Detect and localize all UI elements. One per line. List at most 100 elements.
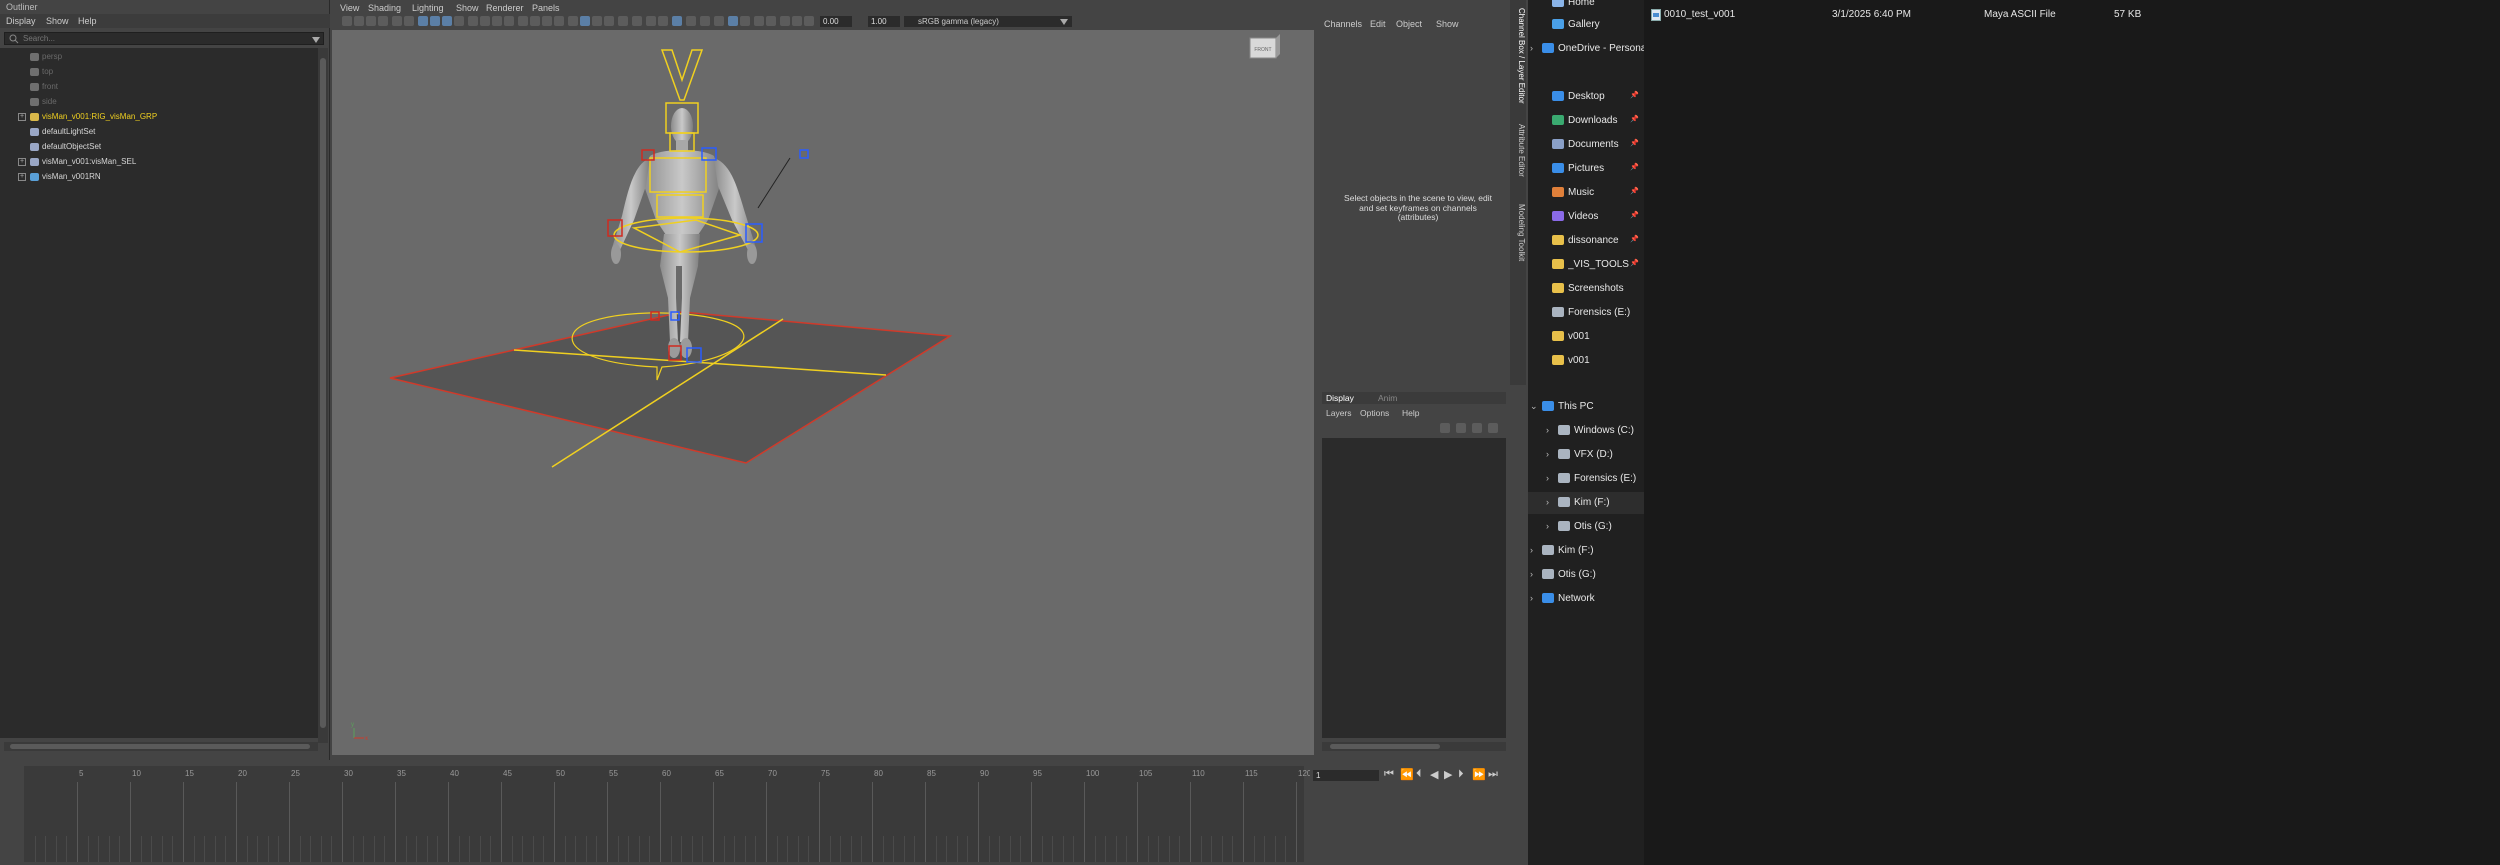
step-back-frame-icon[interactable]: ⏴: [1416, 768, 1422, 781]
viewport-tool-icon[interactable]: [604, 16, 614, 26]
viewport-menu-lighting[interactable]: Lighting: [412, 3, 444, 13]
chevron-right-icon[interactable]: ›: [1530, 43, 1533, 53]
viewport-tool-icon[interactable]: [554, 16, 564, 26]
viewport-tool-icon[interactable]: [700, 16, 710, 26]
tab-attribute-editor[interactable]: Attribute Editor: [1510, 120, 1526, 177]
viewport-menu-view[interactable]: View: [340, 3, 359, 13]
chevron-right-icon[interactable]: ›: [1546, 521, 1549, 531]
viewport-tool-icon[interactable]: [580, 16, 590, 26]
viewport-tool-icon[interactable]: [530, 16, 540, 26]
chevron-right-icon[interactable]: ›: [1546, 425, 1549, 435]
layer-menu-layers[interactable]: Layers: [1326, 408, 1352, 418]
nav-item[interactable]: › Forensics (E:): [1528, 468, 1644, 490]
move-layer-down-icon[interactable]: [1456, 423, 1466, 433]
tab-channel-box-layer-editor[interactable]: Channel Box / Layer Editor: [1510, 4, 1526, 104]
channel-menu-edit[interactable]: Edit: [1370, 19, 1386, 29]
go-to-start-icon[interactable]: ⏮: [1384, 768, 1394, 781]
viewport-tool-icon[interactable]: [504, 16, 514, 26]
step-back-key-icon[interactable]: ⏪: [1400, 768, 1414, 781]
viewport-menu-panels[interactable]: Panels: [532, 3, 560, 13]
viewport-tool-icon[interactable]: [492, 16, 502, 26]
outliner-vertical-scroll-thumb[interactable]: [320, 58, 326, 728]
viewport-tool-icon[interactable]: [568, 16, 578, 26]
viewport-menu-shading[interactable]: Shading: [368, 3, 401, 13]
nav-item[interactable]: v001: [1528, 350, 1644, 372]
move-layer-up-icon[interactable]: [1440, 423, 1450, 433]
step-forward-key-icon[interactable]: ⏩: [1472, 768, 1486, 781]
viewport-tool-icon[interactable]: [672, 16, 682, 26]
nav-item[interactable]: ⌄ This PC: [1528, 396, 1644, 418]
expand-toggle-icon[interactable]: +: [18, 113, 26, 121]
current-frame-field[interactable]: 1: [1313, 770, 1379, 781]
viewport-tool-icon[interactable]: [404, 16, 414, 26]
outliner-menu-display[interactable]: Display: [6, 16, 36, 26]
nav-item[interactable]: › Otis (G:): [1528, 516, 1644, 538]
tab-display[interactable]: Display: [1326, 393, 1354, 403]
viewport-tool-icon[interactable]: [618, 16, 628, 26]
outliner-horizontal-scroll-thumb[interactable]: [10, 744, 310, 749]
nav-item[interactable]: Pictures 📌: [1528, 158, 1644, 180]
outliner-item[interactable]: + visMan_v001:RIG_visMan_GRP: [0, 110, 318, 124]
expand-toggle-icon[interactable]: +: [18, 158, 26, 166]
outliner-item[interactable]: top: [0, 65, 318, 79]
chevron-right-icon[interactable]: ›: [1546, 449, 1549, 459]
nav-item[interactable]: Downloads 📌: [1528, 110, 1644, 132]
file-row[interactable]: 0010_test_v001 3/1/2025 6:40 PM Maya ASC…: [1644, 7, 2500, 25]
outliner-item[interactable]: defaultObjectSet: [0, 140, 318, 154]
nav-item[interactable]: Home: [1528, 0, 1644, 14]
viewport-tool-icon[interactable]: [342, 16, 352, 26]
viewport-menu-renderer[interactable]: Renderer: [486, 3, 524, 13]
outliner-item[interactable]: front: [0, 80, 318, 94]
viewport-tool-icon[interactable]: [804, 16, 814, 26]
new-layer-selected-icon[interactable]: [1488, 423, 1498, 433]
go-to-end-icon[interactable]: ⏭: [1488, 768, 1498, 781]
chevron-right-icon[interactable]: ›: [1530, 593, 1533, 603]
viewport-tool-icon[interactable]: [518, 16, 528, 26]
chevron-down-icon[interactable]: ⌄: [1530, 401, 1538, 412]
nav-item[interactable]: dissonance 📌: [1528, 230, 1644, 252]
viewport-tool-icon[interactable]: [658, 16, 668, 26]
view-cube[interactable]: FRONT: [1249, 34, 1280, 59]
viewport-tool-icon[interactable]: [792, 16, 802, 26]
nav-item[interactable]: › Kim (F:): [1528, 492, 1644, 514]
layer-list[interactable]: [1322, 438, 1506, 738]
viewport-tool-icon[interactable]: [780, 16, 790, 26]
time-slider-ruler[interactable]: 5 10 15 20 25 30 35 40 45 50 55 60 65 70 75 80 85 90 95 100…: [24, 766, 1311, 862]
layer-menu-options[interactable]: Options: [1360, 408, 1389, 418]
tab-modeling-toolkit[interactable]: Modeling Toolkit: [1510, 200, 1526, 261]
viewport-tool-icon[interactable]: [754, 16, 764, 26]
layer-horizontal-scroll-thumb[interactable]: [1330, 744, 1440, 749]
channel-menu-channels[interactable]: Channels: [1324, 19, 1362, 29]
viewport-tool-icon[interactable]: [378, 16, 388, 26]
nav-item[interactable]: Screenshots: [1528, 278, 1644, 300]
viewport-tool-icon[interactable]: [740, 16, 750, 26]
nav-item[interactable]: › Windows (C:): [1528, 420, 1644, 442]
nav-item[interactable]: Music 📌: [1528, 182, 1644, 204]
viewport-tool-icon[interactable]: [468, 16, 478, 26]
chevron-right-icon[interactable]: ›: [1546, 497, 1549, 507]
time-slider[interactable]: 5 10 15 20 25 30 35 40 45 50 55 60 65 70 75 80 85 90 95 100…: [0, 762, 1311, 865]
step-forward-frame-icon[interactable]: ⏵: [1458, 768, 1464, 781]
outliner-item[interactable]: defaultLightSet: [0, 125, 318, 139]
nav-item[interactable]: Desktop 📌: [1528, 86, 1644, 108]
nav-item[interactable]: › Otis (G:): [1528, 564, 1644, 586]
viewport-tool-icon[interactable]: [542, 16, 552, 26]
nav-item[interactable]: Forensics (E:): [1528, 302, 1644, 324]
color-space-dropdown[interactable]: sRGB gamma (legacy): [904, 16, 1072, 27]
viewport-tool-icon[interactable]: [728, 16, 738, 26]
viewport-tool-icon[interactable]: [354, 16, 364, 26]
chevron-right-icon[interactable]: ›: [1530, 545, 1533, 555]
viewport-tool-icon[interactable]: [454, 16, 464, 26]
nav-item[interactable]: › Network: [1528, 588, 1644, 610]
chevron-down-icon[interactable]: [312, 37, 320, 43]
nav-item[interactable]: › Kim (F:): [1528, 540, 1644, 562]
expand-toggle-icon[interactable]: +: [18, 173, 26, 181]
viewport-tool-icon[interactable]: [632, 16, 642, 26]
viewport-tool-icon[interactable]: [686, 16, 696, 26]
viewport-tool-icon[interactable]: [418, 16, 428, 26]
viewport-tool-icon[interactable]: [480, 16, 490, 26]
viewport-tool-icon[interactable]: [714, 16, 724, 26]
channel-menu-object[interactable]: Object: [1396, 19, 1422, 29]
outliner-item[interactable]: + visMan_v001RN: [0, 170, 318, 184]
play-backwards-icon[interactable]: ◀: [1430, 768, 1438, 781]
